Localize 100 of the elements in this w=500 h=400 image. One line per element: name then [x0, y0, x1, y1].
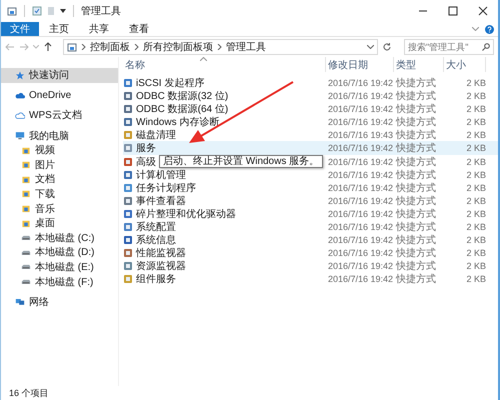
status-text: 16 个项目 — [8, 387, 50, 400]
sort-icon — [200, 57, 207, 61]
maximize-icon[interactable] — [448, 6, 458, 16]
shortcut-icon — [123, 208, 133, 219]
file-type: 快捷方式 — [394, 246, 437, 260]
tooltip: 启动、终止并设置 Windows 服务。 — [159, 155, 324, 168]
computer-icon — [15, 131, 25, 140]
shortcut-icon — [123, 130, 133, 140]
control-panel-icon — [67, 42, 77, 52]
breadcrumb[interactable]: 控制面板 — [90, 40, 130, 54]
file-size: 2 KB — [465, 104, 486, 114]
file-size: 2 KB — [465, 91, 486, 102]
close-icon[interactable] — [478, 6, 488, 16]
file-size: 2 KB — [465, 196, 486, 206]
sidebar-item[interactable]: 本地磁盘 (C:) — [1, 230, 118, 246]
ribbon-tab[interactable]: 主页 — [39, 22, 79, 36]
file-size: 2 KB — [465, 208, 486, 219]
modified-date: 2016/7/16 19:42 — [327, 248, 394, 258]
help-icon[interactable] — [485, 24, 494, 34]
column-header[interactable]: 修改日期 — [326, 57, 394, 72]
file-type: 快捷方式 — [394, 260, 437, 274]
sidebar-item[interactable]: WPS云文档 — [1, 108, 118, 123]
shortcut-icon — [123, 143, 133, 154]
modified-date: 2016/7/16 19:42 — [327, 274, 394, 284]
modified-date: 2016/7/16 19:42 — [327, 208, 394, 219]
ribbon-tab[interactable]: 共享 — [79, 22, 119, 36]
file-row[interactable]: 服务 2016/7/16 19:42 快捷方式 2 KB — [123, 141, 498, 155]
file-size: 2 KB — [465, 274, 486, 284]
sidebar-item[interactable]: 本地磁盘 (E:) — [1, 260, 118, 274]
file-name: iSCSI 发起程序 — [136, 76, 204, 90]
sidebar-item[interactable]: 本地磁盘 (F:) — [1, 274, 118, 289]
file-name: ODBC 数据源(64 位) — [136, 103, 228, 116]
shortcut-icon — [123, 222, 133, 232]
sidebar-item[interactable]: 文档 — [1, 172, 118, 187]
file-name: 性能监视器 — [136, 246, 186, 260]
file-type: 快捷方式 — [394, 76, 437, 90]
properties-icon[interactable] — [32, 6, 42, 16]
modified-date: 2016/7/16 19:42 — [327, 78, 394, 88]
folder-icon[interactable] — [7, 6, 17, 16]
dropdown-icon[interactable] — [60, 9, 66, 13]
modified-date: 2016/7/16 19:42 — [327, 117, 394, 128]
chevron-icon — [81, 44, 86, 50]
column-header[interactable]: 名称 — [123, 57, 326, 72]
sidebar-item[interactable]: 本地磁盘 (D:) — [1, 245, 118, 260]
file-name: 任务计划程序 — [136, 182, 196, 195]
address-bar[interactable]: 控制面板 所有控制面板项 管理工具 — [63, 39, 378, 55]
ribbon-tab[interactable]: 查看 — [119, 22, 159, 36]
file-size: 2 KB — [465, 78, 486, 88]
file-size: 2 KB — [465, 130, 486, 140]
file-type: 快捷方式 — [394, 220, 437, 234]
cloud-icon — [15, 90, 25, 100]
modified-date: 2016/7/16 19:42 — [327, 104, 394, 114]
up-icon[interactable] — [43, 42, 53, 52]
shortcut-icon — [123, 117, 133, 128]
sidebar-item[interactable]: 快速访问 — [1, 68, 118, 83]
file-type: 快捷方式 — [394, 90, 437, 104]
modified-date: 2016/7/16 19:42 — [327, 261, 394, 272]
sidebar-item[interactable]: OneDrive — [1, 88, 118, 103]
sidebar-item[interactable]: 桌面 — [1, 216, 118, 230]
file-type: 快捷方式 — [394, 116, 437, 130]
column-header[interactable]: 大小 — [444, 57, 486, 72]
shortcut-icon — [123, 91, 133, 102]
file-type: 快捷方式 — [394, 102, 437, 116]
shortcut-icon — [123, 156, 133, 167]
file-type: 快捷方式 — [394, 194, 437, 208]
sidebar-item[interactable]: 我的电脑 — [1, 128, 118, 143]
file-size: 2 KB — [465, 170, 486, 180]
modified-date: 2016/7/16 19:42 — [327, 196, 394, 206]
sidebar-item[interactable]: 视频 — [1, 142, 118, 158]
cloud-icon — [15, 110, 25, 120]
file-name: 计算机管理 — [136, 168, 186, 182]
file-tab[interactable]: 文件 — [1, 22, 39, 36]
file-size: 2 KB — [465, 261, 486, 272]
sidebar-item[interactable]: 音乐 — [1, 201, 118, 216]
file-type: 快捷方式 — [394, 182, 437, 195]
breadcrumb[interactable]: 所有控制面板项 — [143, 40, 213, 54]
shortcut-icon — [123, 170, 133, 180]
modified-date: 2016/7/16 19:43 — [327, 130, 394, 140]
drive-icon — [21, 233, 31, 242]
file-type: 快捷方式 — [394, 168, 437, 182]
refresh-icon[interactable] — [382, 42, 392, 52]
file-size: 2 KB — [465, 182, 486, 193]
sidebar-item[interactable]: 网络 — [1, 294, 118, 309]
modified-date: 2016/7/16 19:42 — [327, 170, 394, 180]
chevron-icon — [217, 44, 222, 50]
breadcrumb[interactable]: 管理工具 — [226, 40, 266, 54]
dropdown-icon[interactable] — [367, 45, 374, 49]
file-type: 快捷方式 — [394, 156, 437, 169]
expand-ribbon-icon[interactable] — [472, 27, 479, 31]
shortcut-icon — [123, 104, 133, 114]
file-size: 2 KB — [465, 248, 486, 258]
search-field[interactable]: 搜索"管理工具" — [404, 39, 494, 55]
column-header[interactable]: 类型 — [394, 57, 444, 72]
drive-icon — [21, 277, 31, 286]
chevron-icon — [134, 44, 139, 50]
modified-date: 2016/7/16 19:42 — [327, 156, 394, 167]
modified-date: 2016/7/16 19:42 — [327, 182, 394, 193]
file-name: 高级 — [136, 156, 156, 169]
sidebar-item[interactable]: 下载 — [1, 186, 118, 202]
sidebar-item[interactable]: 图片 — [1, 157, 118, 172]
